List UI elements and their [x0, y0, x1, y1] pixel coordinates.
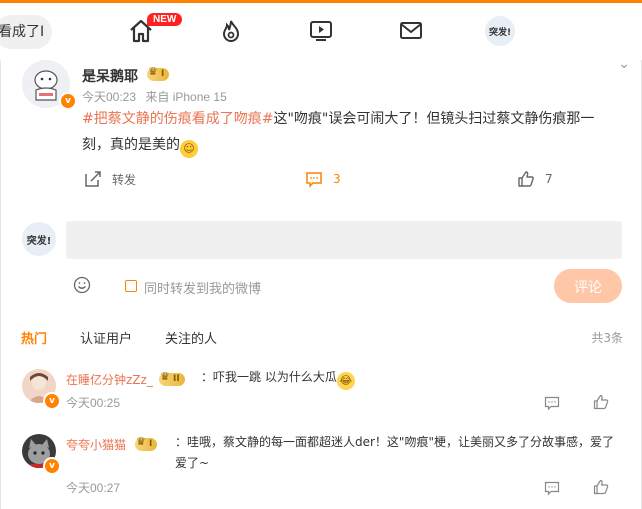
comment-total: 共3条 [591, 331, 623, 345]
hot-fire-icon[interactable] [217, 17, 245, 45]
vip-badge[interactable]: ♛ I [135, 435, 158, 451]
vip-level: I [149, 439, 153, 449]
comment-count: 3 [333, 172, 341, 186]
composer-avatar: 突发! [22, 222, 56, 256]
comment-text: ：吓我一跳 以为什么大瓜 😂 [201, 367, 621, 390]
new-badge: NEW [147, 13, 183, 26]
tab-following[interactable]: 关注的人 [165, 328, 217, 347]
verified-badge-icon: v [43, 392, 61, 410]
repost-button[interactable]: 转发 [84, 166, 136, 192]
mail-icon[interactable] [397, 17, 425, 45]
tab-hot[interactable]: 热门 [21, 328, 47, 347]
crown-icon: ♛ [136, 435, 146, 448]
repost-label: 转发 [112, 172, 137, 187]
crown-icon: ♛ [160, 370, 170, 383]
like-count: 7 [545, 172, 553, 186]
like-button[interactable]: 7 [517, 166, 553, 192]
post-hashtag[interactable]: #把蔡文静的伤痕看成了吻痕# [82, 111, 273, 127]
comment-username[interactable]: 夸夸小猫猫 [66, 436, 126, 453]
vip-level: II [173, 374, 180, 384]
comment-icon [306, 172, 322, 188]
reply-icon[interactable] [544, 395, 560, 411]
forward-label[interactable]: 同时转发到我的微博 [144, 278, 261, 297]
post-source: 来自 iPhone 15 [145, 90, 227, 104]
comment-username[interactable]: 在睡亿分钟zZz_ [66, 371, 153, 388]
comment-text: ：哇哦，蔡文静的每一面都超迷人der！这"吻痕"梗，让美丽又多了分故事感，爱了爱… [175, 435, 614, 470]
crown-icon: ♛ [148, 65, 158, 78]
vip-level: I [161, 69, 165, 79]
comment-like-icon[interactable] [593, 479, 609, 495]
post-time[interactable]: 今天00:23 [82, 90, 136, 104]
reply-icon[interactable] [544, 480, 560, 496]
tab-verified-users[interactable]: 认证用户 [80, 328, 132, 347]
thumbs-up-icon [518, 171, 534, 187]
repost-icon [85, 171, 101, 187]
post-content: #把蔡文静的伤痕看成了吻痕#这"吻痕"误会可闹大了！但镜头扫过蔡文静伤痕那一刻，… [82, 106, 612, 158]
forward-checkbox[interactable] [125, 280, 137, 292]
comment-time: 今天00:27 [66, 481, 121, 495]
post-card: ⌄ v 是呆鹅耶 ♛ I 今天00:23 来自 iPhone 15 #把蔡文静的… [0, 56, 642, 509]
more-options-icon[interactable]: ⌄ [618, 56, 631, 72]
vip-badge[interactable]: ♛ I [147, 65, 170, 81]
laughing-emoji-icon: 😂 [336, 372, 355, 390]
video-icon[interactable] [307, 17, 335, 45]
top-nav-bar: 看成了I NEW 突发! [0, 0, 642, 60]
post-action-bar: 转发 3 7 [1, 166, 642, 192]
vip-badge[interactable]: ♛ II [159, 370, 185, 386]
emoji-picker-icon[interactable] [73, 276, 91, 294]
user-avatar[interactable]: 突发! [485, 16, 515, 46]
post-author-name[interactable]: 是呆鹅耶 [82, 66, 138, 86]
search-input[interactable]: 看成了I [0, 15, 52, 49]
verified-badge-icon: v [59, 92, 77, 110]
comment-time: 今天00:25 [66, 396, 121, 410]
comment-input[interactable] [66, 221, 622, 259]
comment-like-icon[interactable] [593, 394, 609, 410]
blush-emoji-icon: ☺ [180, 140, 198, 158]
submit-comment-button[interactable]: 评论 [554, 269, 622, 303]
post-meta: 今天00:23 来自 iPhone 15 [82, 88, 227, 105]
verified-badge-icon: v [43, 457, 61, 475]
comment-button[interactable]: 3 [305, 166, 341, 192]
comment-tabs: 热门 认证用户 关注的人 共3条 [1, 328, 642, 348]
